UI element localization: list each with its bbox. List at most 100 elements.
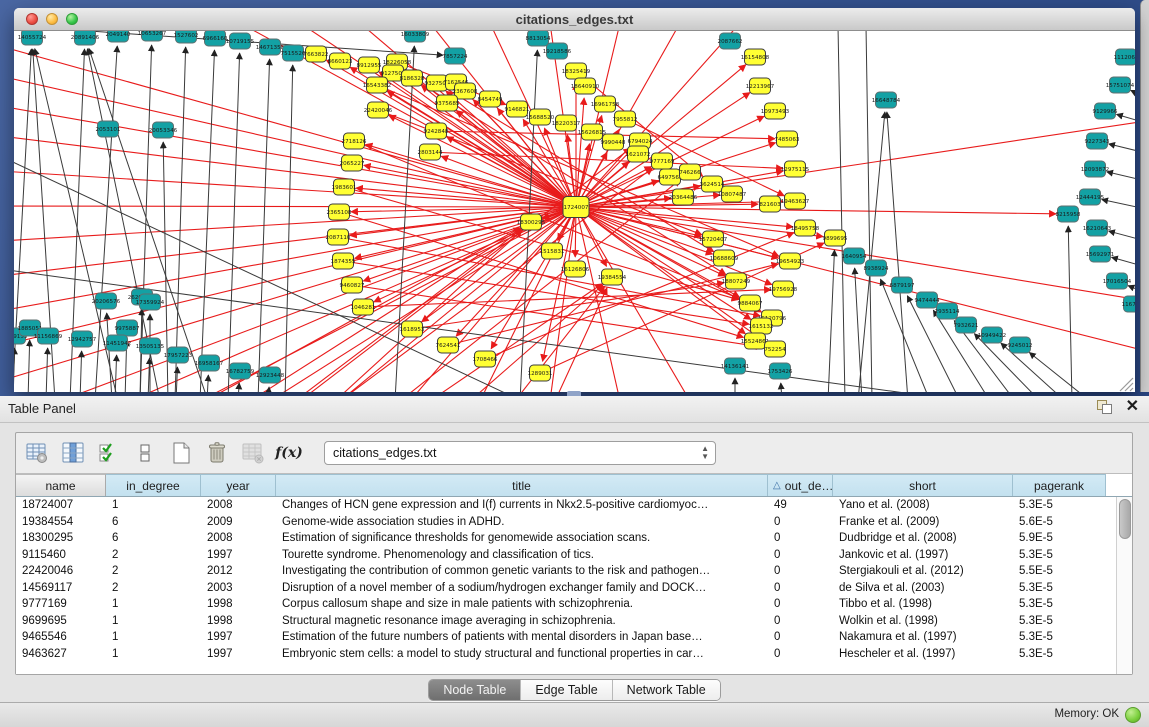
graph-node-label: 8938924 (864, 266, 889, 272)
cell-short: Dudbridge et al. (2008) (833, 532, 1013, 544)
table-row[interactable]: 1938455462009Genome-wide association stu… (16, 514, 1132, 531)
cell-name: 14569117 (16, 582, 106, 594)
cell-short: Wolkin et al. (1998) (833, 615, 1013, 627)
cell-short: Stergiakouli et al. (2012) (833, 565, 1013, 577)
table-row[interactable]: 2242004622012Investigating the contribut… (16, 563, 1132, 580)
column-header-name[interactable]: name (16, 474, 106, 496)
tab-node-table[interactable]: Node Table (429, 680, 521, 700)
graph-node-label: 2367608 (453, 89, 478, 95)
cell-out_degree: 0 (768, 615, 833, 627)
vertical-scrollbar[interactable] (1116, 497, 1132, 674)
table-settings-icon[interactable] (24, 440, 50, 466)
graph-node-label: 8215958 (1056, 212, 1081, 218)
cell-short: Tibbo et al. (1998) (833, 598, 1013, 610)
graph-node-label: 17359924 (136, 300, 165, 306)
delete-table-disabled-icon[interactable] (240, 440, 266, 466)
graph-node-label: 15626815 (578, 130, 607, 136)
column-header-in_degree[interactable]: in_degree (106, 474, 201, 496)
graph-edge (46, 348, 48, 392)
select-columns-icon[interactable] (60, 440, 86, 466)
graph-edge (200, 50, 215, 392)
graph-node-label: 12975115 (781, 167, 810, 173)
resize-grip-icon[interactable] (1120, 378, 1133, 391)
graph-node-label: 16033809 (401, 32, 430, 38)
function-builder-icon[interactable]: f(x) (276, 440, 302, 466)
graph-node-label: 18495758 (791, 226, 820, 232)
graph-node-label: 17016504 (1103, 279, 1132, 285)
cell-short: Yano et al. (2008) (833, 499, 1013, 511)
graph-node-label: 13505135 (136, 344, 165, 350)
new-document-icon[interactable] (168, 440, 194, 466)
graph-edge (1102, 200, 1135, 209)
cell-in_degree: 1 (106, 648, 201, 660)
graph-node-label: 10719155 (226, 39, 255, 45)
float-window-icon[interactable] (1097, 400, 1112, 414)
table-row[interactable]: 977716911998Corpus callosum shape and si… (16, 596, 1132, 613)
cell-year: 1997 (201, 631, 276, 643)
table-row[interactable]: 946362711997Embryonic stem cells: a mode… (16, 646, 1132, 663)
graph-edge (1107, 172, 1135, 181)
graph-node-label: 16126806 (561, 267, 590, 273)
table-row[interactable]: 1872400712008Changes of HCN gene express… (16, 497, 1132, 514)
cell-pagerank: 5.3E-5 (1013, 648, 1106, 660)
window-titlebar[interactable]: citations_edges.txt (14, 8, 1135, 31)
graph-edge (781, 383, 782, 392)
table-row[interactable]: 1456911722003Disruption of a novel membe… (16, 580, 1132, 597)
graph-node-label: 12213967 (746, 84, 775, 90)
graph-node-label: 9990448 (601, 140, 626, 146)
cell-name: 18300295 (16, 532, 106, 544)
cell-pagerank: 5.3E-5 (1013, 598, 1106, 610)
table-row[interactable]: 969969511998Structural magnetic resonanc… (16, 613, 1132, 630)
cell-year: 1998 (201, 615, 276, 627)
cell-title: Estimation of the future numbers of pati… (276, 631, 768, 643)
graph-node-label: 1527602 (174, 33, 199, 39)
table-row[interactable]: 911546021997Tourette syndrome. Phenomeno… (16, 547, 1132, 564)
column-header-title[interactable]: title (276, 474, 768, 496)
graph-node-label: 1708466 (473, 357, 498, 363)
cell-name: 22420046 (16, 565, 106, 577)
table-panel-titlebar: Table Panel ✕ (0, 396, 1149, 423)
graph-node-label: 15720407 (699, 237, 728, 243)
table-selector-dropdown[interactable]: citations_edges.txt ▲▼ (324, 441, 716, 465)
graph-node-label: 1640954 (842, 254, 867, 260)
column-header-year[interactable]: year (201, 474, 276, 496)
column-header-out_degree[interactable]: △out_de… (768, 474, 833, 496)
graph-node-label: 16782759 (226, 369, 255, 375)
graph-node-label: 1112065 (1114, 55, 1135, 61)
delete-trash-icon[interactable] (204, 440, 230, 466)
select-all-checks-icon[interactable] (96, 440, 122, 466)
cell-year: 1998 (201, 598, 276, 610)
cell-short: Hescheler et al. (1997) (833, 648, 1013, 660)
graph-edge (175, 47, 186, 392)
graph-node-label: 10973493 (761, 109, 790, 115)
graph-node-label: 1983601 (332, 185, 357, 191)
graph-node-label: 16210643 (1083, 226, 1112, 232)
unselect-all-icon[interactable] (132, 440, 158, 466)
graph-node-label: 1724007 (564, 205, 589, 211)
tab-edge-table[interactable]: Edge Table (521, 680, 612, 700)
graph-edge (1117, 114, 1135, 123)
table-row[interactable]: 1830029562008Estimation of significance … (16, 530, 1132, 547)
graph-edge (1131, 90, 1135, 98)
graph-node-label: 9975887 (115, 326, 140, 332)
table-panel: Table Panel ✕ f(x) citations_edges.txt ▲… (0, 396, 1149, 727)
graph-node-label: 6794024 (628, 139, 653, 145)
cell-year: 1997 (201, 549, 276, 561)
network-canvas[interactable]: 1724007140557242089140620491401065326715… (14, 31, 1135, 392)
scrollbar-thumb[interactable] (1119, 499, 1131, 539)
graph-node-label: 2053101 (96, 127, 121, 133)
cell-short: Franke et al. (2009) (833, 516, 1013, 528)
cell-out_degree: 0 (768, 549, 833, 561)
graph-node-label: 16154808 (741, 55, 770, 61)
cell-in_degree: 1 (106, 499, 201, 511)
table-row[interactable]: 946554611997Estimation of the future num… (16, 629, 1132, 646)
column-header-short[interactable]: short (833, 474, 1013, 496)
column-header-pagerank[interactable]: pagerank (1013, 474, 1106, 496)
cell-year: 2008 (201, 532, 276, 544)
tab-network-table[interactable]: Network Table (613, 680, 720, 700)
close-icon[interactable]: ✕ (1126, 400, 1139, 414)
cell-year: 2009 (201, 516, 276, 528)
graph-node-label: 7932621 (954, 323, 979, 329)
graph-node-label: 7663822 (304, 52, 329, 58)
cell-year: 2008 (201, 499, 276, 511)
